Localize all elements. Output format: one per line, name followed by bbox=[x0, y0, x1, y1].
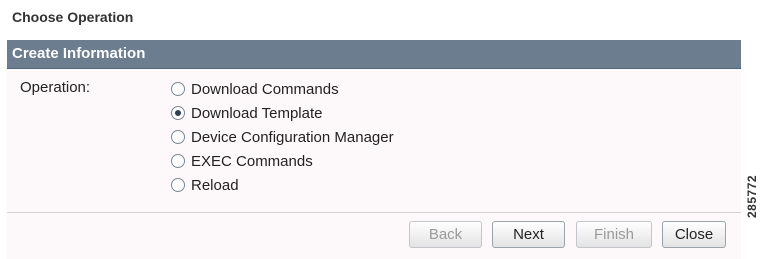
create-information-panel: Create Information Operation: Download C… bbox=[7, 40, 741, 259]
radio-label: Device Configuration Manager bbox=[191, 128, 394, 146]
radio-button[interactable] bbox=[171, 130, 185, 144]
radio-label: EXEC Commands bbox=[191, 152, 313, 170]
figure-id-label: 285772 bbox=[745, 174, 759, 218]
radio-label: Reload bbox=[191, 176, 239, 194]
back-button[interactable]: Back bbox=[409, 221, 482, 248]
radio-label: Download Template bbox=[191, 104, 323, 122]
radio-button[interactable] bbox=[171, 154, 185, 168]
operation-radio-group: Download Commands Download Template Devi… bbox=[171, 77, 394, 197]
operation-label: Operation: bbox=[20, 79, 91, 96]
divider bbox=[7, 212, 741, 213]
radio-option-exec-commands[interactable]: EXEC Commands bbox=[171, 149, 394, 173]
finish-button[interactable]: Finish bbox=[576, 221, 652, 248]
radio-option-device-configuration-manager[interactable]: Device Configuration Manager bbox=[171, 125, 394, 149]
radio-button[interactable] bbox=[171, 82, 185, 96]
radio-button[interactable] bbox=[171, 178, 185, 192]
next-button[interactable]: Next bbox=[492, 221, 565, 248]
close-button[interactable]: Close bbox=[662, 221, 726, 248]
radio-label: Download Commands bbox=[191, 80, 339, 98]
radio-option-download-commands[interactable]: Download Commands bbox=[171, 77, 394, 101]
radio-button-checked[interactable] bbox=[171, 106, 185, 120]
radio-option-download-template[interactable]: Download Template bbox=[171, 101, 394, 125]
radio-option-reload[interactable]: Reload bbox=[171, 173, 394, 197]
panel-header: Create Information bbox=[7, 40, 741, 69]
page-title: Choose Operation bbox=[12, 9, 134, 25]
